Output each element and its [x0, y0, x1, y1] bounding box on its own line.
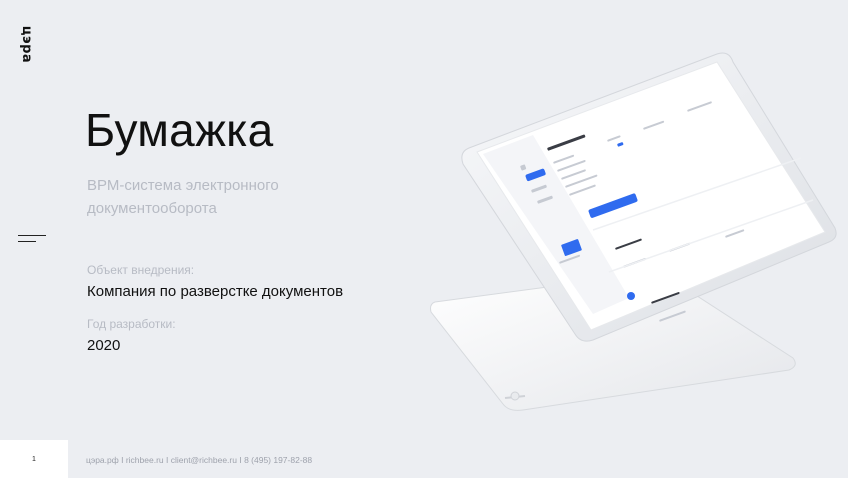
brand-logo-text: цэра — [19, 25, 35, 63]
year-value: 2020 — [87, 337, 121, 354]
menu-icon[interactable] — [18, 233, 46, 245]
page-number: 1 — [0, 440, 68, 478]
year-label: Год разработки: — [87, 317, 176, 331]
object-label: Объект внедрения: — [87, 263, 195, 277]
tablet-illustration — [430, 52, 837, 411]
brand-logo[interactable]: цэра — [17, 20, 37, 68]
tablet-mockup — [425, 40, 845, 420]
footer: 1 цэра.рф I richbee.ru I client@richbee.… — [0, 440, 848, 478]
footer-contacts[interactable]: цэра.рф I richbee.ru I client@richbee.ru… — [86, 455, 312, 465]
page-title: Бумажка — [85, 104, 274, 156]
object-value: Компания по разверстке документов — [87, 283, 344, 300]
page-subtitle: ВРМ-система электронного документооборот… — [87, 177, 279, 217]
